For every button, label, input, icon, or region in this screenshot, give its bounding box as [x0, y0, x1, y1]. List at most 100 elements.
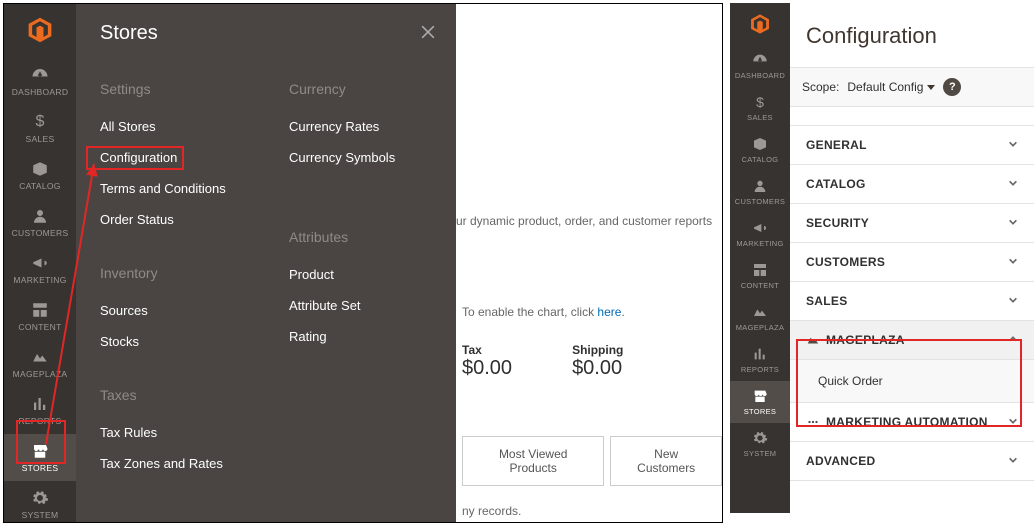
- sidebar-label: CONTENT: [18, 322, 61, 332]
- sidebar-label: SYSTEM: [744, 449, 777, 458]
- scope-selector[interactable]: Default Config: [847, 80, 935, 94]
- chevron-down-icon: [1008, 255, 1018, 269]
- sidebar-item-dashboard[interactable]: DASHBOARD: [4, 58, 76, 105]
- sidebar-label: CATALOG: [19, 181, 60, 191]
- chart-note-prefix: To enable the chart, click: [462, 305, 597, 319]
- flyout-heading-taxes: Taxes: [100, 381, 249, 403]
- config-link-quick-order[interactable]: Quick Order: [790, 360, 1034, 402]
- stat-tax-value: $0.00: [462, 357, 512, 380]
- flyout-link-product[interactable]: Product: [289, 259, 438, 290]
- flyout-link-tax-zones[interactable]: Tax Zones and Rates: [100, 448, 249, 479]
- tab-label: GENERAL: [806, 138, 867, 152]
- chevron-up-icon: [1008, 333, 1018, 347]
- sidebar-label: MARKETING: [736, 239, 783, 248]
- config-tab-customers[interactable]: CUSTOMERS: [790, 243, 1034, 282]
- flyout-link-attribute-set[interactable]: Attribute Set: [289, 290, 438, 321]
- sidebar-item-stores[interactable]: STORES: [730, 381, 790, 423]
- sidebar-item-reports[interactable]: REPORTS: [4, 387, 76, 434]
- flyout-link-tax-rules[interactable]: Tax Rules: [100, 417, 249, 448]
- sidebar-label: REPORTS: [18, 416, 61, 426]
- dollar-icon: $: [31, 113, 49, 131]
- sidebar-label: DASHBOARD: [735, 71, 785, 80]
- configuration-page: Configuration Scope: Default Config ? GE…: [790, 3, 1034, 513]
- sidebar-label: CATALOG: [742, 155, 779, 164]
- dashboard-main: ur dynamic product, order, and customer …: [456, 4, 722, 522]
- layout-icon: [752, 262, 768, 278]
- panel-configuration: DASHBOARD $ SALES CATALOG CUSTOMERS MARKE…: [730, 3, 1034, 513]
- flyout-heading-settings: Settings: [100, 75, 249, 97]
- flyout-link-currency-symbols[interactable]: Currency Symbols: [289, 142, 438, 173]
- close-icon[interactable]: [418, 22, 438, 42]
- sidebar-label: STORES: [744, 407, 777, 416]
- tab-label: SECURITY: [806, 216, 869, 230]
- config-tab-advanced[interactable]: ADVANCED: [790, 442, 1034, 480]
- flyout-link-configuration[interactable]: Configuration: [100, 142, 249, 173]
- layout-icon: [31, 301, 49, 319]
- gauge-icon: [752, 52, 768, 68]
- chart-enable-link[interactable]: here: [597, 305, 621, 319]
- sidebar-item-content[interactable]: CONTENT: [730, 255, 790, 297]
- flyout-link-currency-rates[interactable]: Currency Rates: [289, 111, 438, 142]
- scope-value: Default Config: [847, 80, 923, 94]
- config-tab-catalog[interactable]: CATALOG: [790, 165, 1034, 204]
- sidebar-item-customers[interactable]: CUSTOMERS: [4, 199, 76, 246]
- flyout-link-stocks[interactable]: Stocks: [100, 326, 249, 357]
- sidebar-label: CONTENT: [741, 281, 779, 290]
- bar-chart-icon: [31, 395, 49, 413]
- dollar-icon: $: [752, 94, 768, 110]
- mageplaza-icon: [752, 304, 768, 320]
- tab-label: SALES: [806, 294, 848, 308]
- sidebar-label: CUSTOMERS: [735, 197, 785, 206]
- tab-new-customers[interactable]: New Customers: [610, 436, 722, 486]
- magento-logo-icon: [749, 13, 771, 35]
- flyout-link-terms-conditions[interactable]: Terms and Conditions: [100, 173, 249, 204]
- sidebar-item-sales[interactable]: $ SALES: [730, 87, 790, 129]
- config-tab-general[interactable]: GENERAL: [790, 126, 1034, 165]
- sidebar-label: DASHBOARD: [12, 87, 69, 97]
- mageplaza-icon: [31, 348, 49, 366]
- adv-reports-text: ur dynamic product, order, and customer …: [456, 214, 712, 228]
- sidebar-label: SYSTEM: [22, 510, 59, 520]
- megaphone-icon: [31, 254, 49, 272]
- sidebar-label: STORES: [22, 463, 59, 473]
- flyout-link-all-stores[interactable]: All Stores: [100, 111, 249, 142]
- config-tab-marketing-automation[interactable]: MARKETING AUTOMATION: [790, 403, 1034, 442]
- tab-most-viewed[interactable]: Most Viewed Products: [462, 436, 604, 486]
- sidebar-item-marketing[interactable]: MARKETING: [4, 246, 76, 293]
- sidebar-item-customers[interactable]: CUSTOMERS: [730, 171, 790, 213]
- flyout-link-order-status[interactable]: Order Status: [100, 204, 249, 235]
- config-tab-sales[interactable]: SALES: [790, 282, 1034, 321]
- sidebar-item-content[interactable]: CONTENT: [4, 293, 76, 340]
- sidebar-item-reports[interactable]: REPORTS: [730, 339, 790, 381]
- sidebar-item-stores[interactable]: STORES: [4, 434, 76, 481]
- admin-sidebar-right: DASHBOARD $ SALES CATALOG CUSTOMERS MARKE…: [730, 3, 790, 513]
- stat-shipping-label: Shipping: [572, 343, 623, 357]
- flyout-link-sources[interactable]: Sources: [100, 295, 249, 326]
- config-tab-security[interactable]: SECURITY: [790, 204, 1034, 243]
- sidebar-item-catalog[interactable]: CATALOG: [730, 129, 790, 171]
- stores-flyout: Stores Settings All Stores Configuration…: [76, 4, 456, 522]
- tab-label: MARKETING AUTOMATION: [826, 415, 988, 429]
- flyout-title: Stores: [100, 22, 438, 45]
- sidebar-label: SALES: [747, 113, 773, 122]
- stat-shipping-value: $0.00: [572, 357, 623, 380]
- sidebar-item-dashboard[interactable]: DASHBOARD: [730, 45, 790, 87]
- chevron-down-icon: [1008, 294, 1018, 308]
- config-tab-mageplaza[interactable]: MAGEPLAZA: [790, 321, 1034, 360]
- sidebar-item-marketing[interactable]: MARKETING: [730, 213, 790, 255]
- sidebar-item-system[interactable]: SYSTEM: [730, 423, 790, 465]
- flyout-link-rating[interactable]: Rating: [289, 321, 438, 352]
- mageplaza-icon: [806, 333, 820, 347]
- stat-tax-label: Tax: [462, 343, 512, 357]
- config-sub-mageplaza: Quick Order: [790, 360, 1034, 403]
- help-icon[interactable]: ?: [943, 78, 961, 96]
- sidebar-item-system[interactable]: SYSTEM: [4, 481, 76, 523]
- scope-label: Scope:: [802, 80, 839, 94]
- chevron-down-icon: [1008, 177, 1018, 191]
- gear-icon: [752, 430, 768, 446]
- sidebar-item-catalog[interactable]: CATALOG: [4, 152, 76, 199]
- sidebar-item-mageplaza[interactable]: MAGEPLAZA: [4, 340, 76, 387]
- sidebar-label: MAGEPLAZA: [736, 323, 785, 332]
- sidebar-item-mageplaza[interactable]: MAGEPLAZA: [730, 297, 790, 339]
- sidebar-item-sales[interactable]: $SALES: [4, 105, 76, 152]
